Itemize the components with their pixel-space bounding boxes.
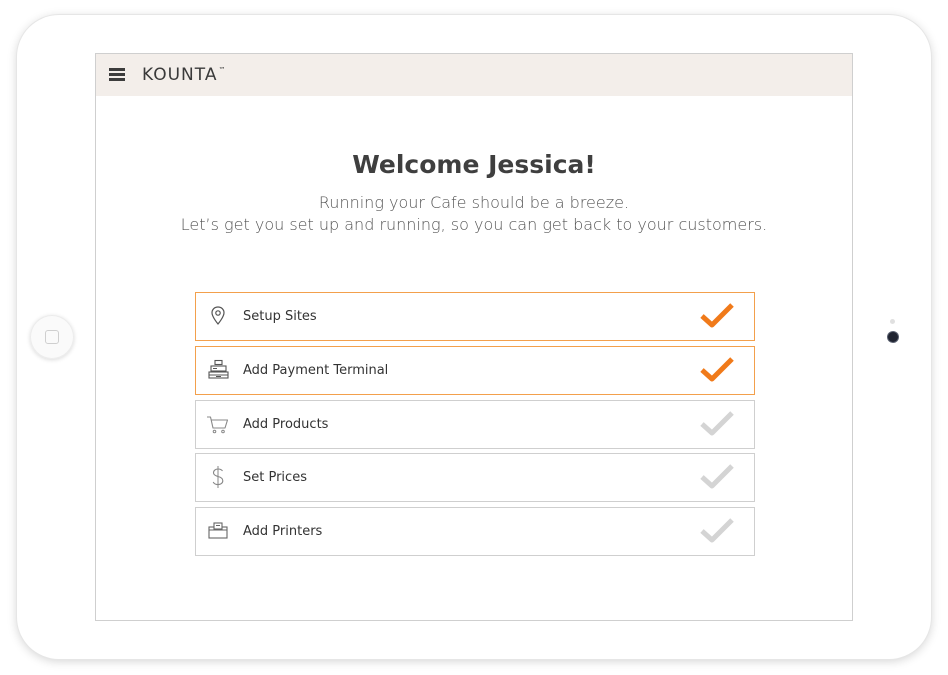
step-setup-sites[interactable]: Setup Sites <box>195 292 755 341</box>
map-pin-icon <box>211 306 225 325</box>
checkmark-icon <box>700 518 734 543</box>
step-label: Add Printers <box>243 524 323 539</box>
checkmark-icon <box>700 303 734 328</box>
step-set-prices[interactable]: Set Prices <box>195 453 755 502</box>
kounta-logo: KOUNTA™ <box>142 65 227 85</box>
welcome-subtitle-line-1: Running your Cafe should be a breeze. <box>318 193 630 212</box>
step-label: Setup Sites <box>243 309 317 324</box>
welcome-subtitle-line-2: Let’s get you set up and running, so you… <box>180 215 768 234</box>
welcome-title: Welcome Jessica! <box>352 150 596 179</box>
step-label: Add Products <box>243 417 329 432</box>
shopping-cart-icon <box>207 416 229 434</box>
hamburger-menu-icon[interactable] <box>109 68 125 82</box>
dollar-icon <box>212 466 224 488</box>
step-add-printers[interactable]: Add Printers <box>195 507 755 556</box>
checkmark-icon <box>700 411 734 436</box>
light-sensor <box>890 319 895 324</box>
checkmark-icon <box>700 357 734 382</box>
home-button-square <box>45 330 59 344</box>
step-label: Set Prices <box>243 470 307 485</box>
printer-icon <box>208 522 228 539</box>
cash-register-icon <box>208 359 229 379</box>
checkmark-icon <box>700 464 734 489</box>
step-add-products[interactable]: Add Products <box>195 400 755 449</box>
app-screen: KOUNTA™ Welcome Jessica! Running your Ca… <box>95 53 853 621</box>
step-add-payment-terminal[interactable]: Add Payment Terminal <box>195 346 755 395</box>
step-label: Add Payment Terminal <box>243 363 389 378</box>
top-bar: KOUNTA™ <box>96 54 852 96</box>
front-camera <box>888 332 898 342</box>
home-button[interactable] <box>30 315 74 359</box>
